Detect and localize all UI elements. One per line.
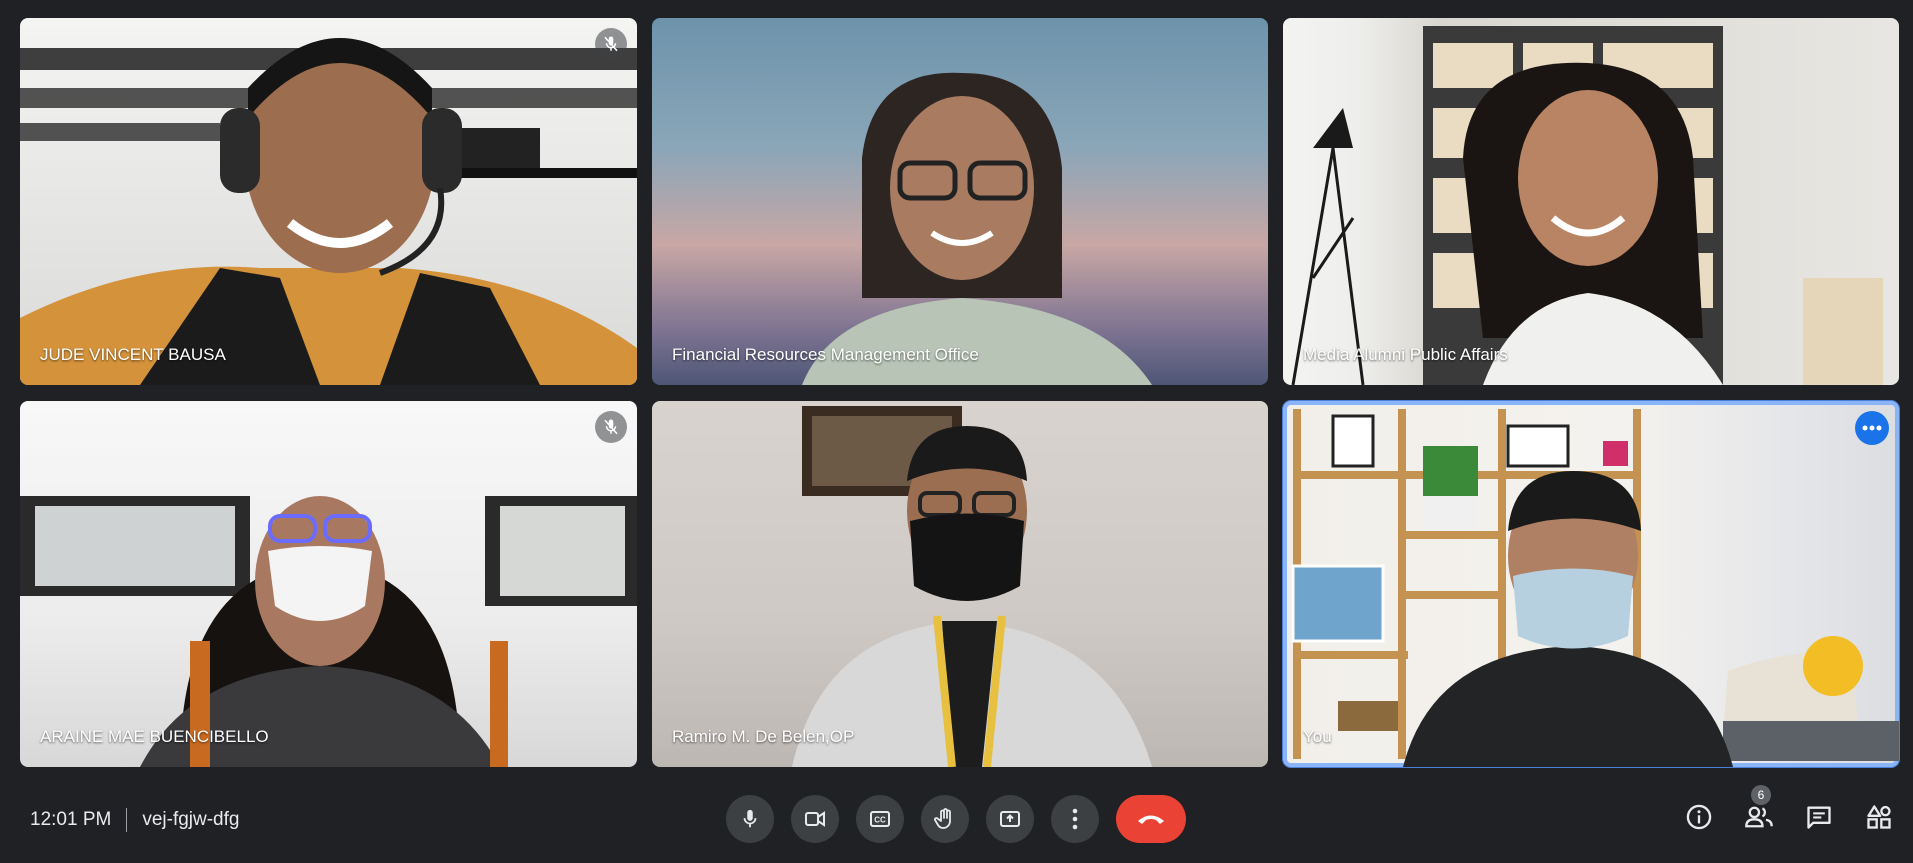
captions-button[interactable]: CC	[856, 795, 904, 843]
tile-more-options-button[interactable]	[1855, 411, 1889, 445]
microphone-button[interactable]	[726, 795, 774, 843]
participant-name: You	[1303, 727, 1332, 746]
participant-name: ARAINE MAE BUENCIBELLO	[40, 727, 269, 746]
call-controls: CC	[726, 795, 1186, 843]
activities-button[interactable]	[1863, 801, 1895, 833]
end-call-button[interactable]	[1116, 795, 1186, 843]
participant-name: JUDE VINCENT BAUSA	[40, 345, 226, 364]
video-feed-3	[1291, 26, 1883, 385]
meeting-code[interactable]: vej-fgjw-dfg	[142, 809, 239, 831]
present-button[interactable]	[986, 795, 1034, 843]
meeting-details: 12:01 PM vej-fgjw-dfg	[30, 808, 239, 832]
video-feed-4	[20, 496, 637, 767]
end-call-icon	[1138, 815, 1164, 824]
chat-icon	[1807, 806, 1831, 829]
video-feed-5	[792, 406, 1152, 767]
closed-captions-icon: CC	[870, 811, 890, 827]
participant-tile-self[interactable]: You	[1282, 400, 1900, 768]
video-feed-2	[802, 72, 1152, 385]
microphone-icon	[743, 809, 757, 828]
more-horiz-icon	[1862, 425, 1882, 431]
participant-name: Media Alumni Public Affairs	[1303, 345, 1508, 364]
current-time: 12:01 PM	[30, 809, 112, 830]
bottom-bar: 12:01 PM vej-fgjw-dfg CC 6	[0, 768, 1913, 863]
participant-name: Financial Resources Management Office	[672, 345, 979, 364]
more-options-button[interactable]	[1051, 795, 1099, 843]
divider	[126, 808, 128, 832]
videocam-icon	[805, 811, 825, 827]
video-feed-1	[20, 38, 637, 385]
raise-hand-button[interactable]	[921, 795, 969, 843]
muted-mic-icon	[595, 28, 627, 60]
participant-tile-5[interactable]: Ramiro M. De Belen,OP	[652, 401, 1268, 767]
participant-tile-4[interactable]: ARAINE MAE BUENCIBELLO	[20, 401, 637, 767]
video-grid: JUDE VINCENT BAUSA Financial Resources M…	[20, 18, 1900, 768]
svg-text:CC: CC	[874, 816, 886, 825]
participant-tile-1[interactable]: JUDE VINCENT BAUSA	[20, 18, 637, 385]
video-feed-self	[1291, 409, 1899, 767]
present-screen-icon	[1000, 811, 1020, 827]
participant-tile-2[interactable]: Financial Resources Management Office	[652, 18, 1268, 385]
side-panel-controls: 6	[1683, 785, 1895, 833]
people-button[interactable]: 6	[1743, 785, 1775, 833]
participant-name: Ramiro M. De Belen,OP	[672, 727, 855, 746]
people-icon	[1745, 806, 1773, 828]
activities-icon	[1867, 805, 1891, 829]
participant-tile-3[interactable]: Media Alumni Public Affairs	[1283, 18, 1899, 385]
info-icon	[1686, 804, 1712, 830]
raise-hand-icon	[934, 808, 951, 829]
participant-count-badge: 6	[1751, 785, 1771, 805]
muted-mic-icon	[595, 411, 627, 443]
chat-button[interactable]	[1803, 801, 1835, 833]
more-vert-icon	[1072, 808, 1078, 830]
meeting-details-button[interactable]	[1683, 801, 1715, 833]
camera-button[interactable]	[791, 795, 839, 843]
